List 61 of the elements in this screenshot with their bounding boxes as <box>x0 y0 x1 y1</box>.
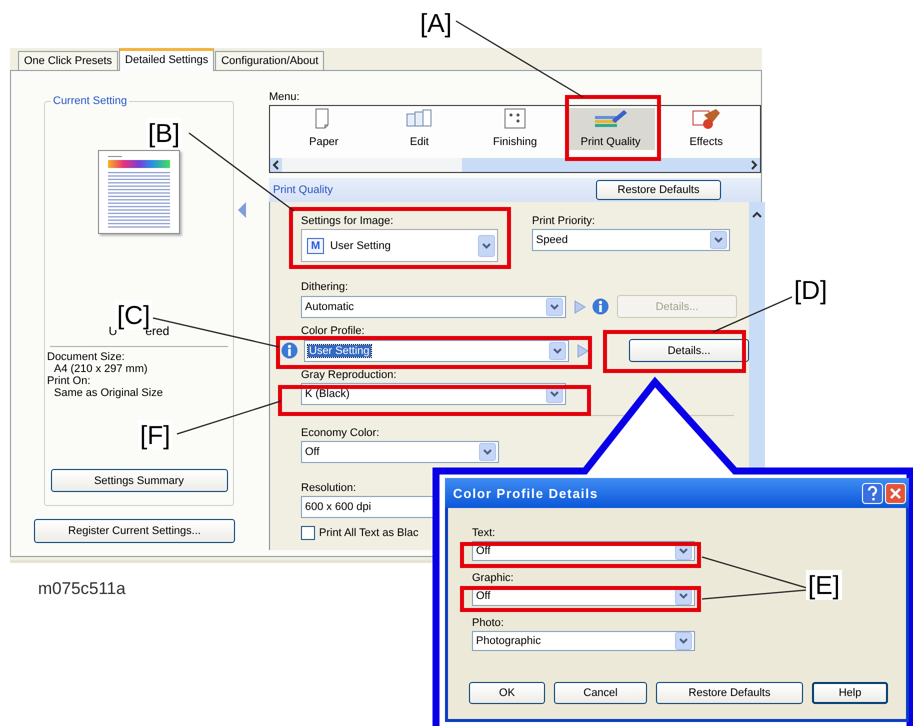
dropdown[interactable]: User Setting <box>304 340 569 362</box>
restore-defaults-button[interactable]: Restore Defaults <box>656 682 803 704</box>
paint-brush-icon <box>594 108 628 128</box>
help-button[interactable]: Help <box>812 682 888 704</box>
details-button[interactable]: Details... <box>629 339 749 362</box>
dropdown[interactable]: 600 x 600 dpi <box>301 496 435 518</box>
checkbox[interactable] <box>301 526 315 540</box>
field-label: Color Profile: <box>301 324 365 338</box>
field-label: Dithering: <box>301 280 348 294</box>
mode-badge: M <box>307 238 324 254</box>
tab[interactable]: Configuration/About <box>215 51 324 70</box>
tab[interactable]: One Click Presets <box>18 51 118 70</box>
section-title: Print Quality <box>273 184 333 196</box>
field-label: Resolution: <box>301 481 356 495</box>
pages-icon <box>406 108 432 128</box>
stamp-icon <box>692 108 721 130</box>
dropdown[interactable]: Speed <box>532 229 730 251</box>
info-icon <box>281 342 298 359</box>
menu-item[interactable]: Effects <box>662 108 750 150</box>
group-title: Current Setting <box>51 95 129 107</box>
callout-label: [E] <box>806 570 842 600</box>
field-label: Settings for Image: <box>301 214 394 228</box>
horizontal-scrollbar[interactable] <box>270 158 760 172</box>
menu-item[interactable]: Edit <box>375 108 464 150</box>
dropdown[interactable]: Photographic <box>472 631 695 651</box>
callout-label: [B] <box>146 118 182 148</box>
triangle-icon <box>574 300 586 314</box>
info-icon <box>592 298 609 315</box>
window-title: Color Profile Details <box>453 486 598 500</box>
field-label: Gray Reproduction: <box>301 368 396 382</box>
info-label: Document Size: <box>47 351 125 363</box>
dropdown[interactable]: M User Setting <box>301 229 498 262</box>
field-label: Text: <box>472 526 496 540</box>
menu-item[interactable]: Paper <box>280 108 368 150</box>
page-preview-icon <box>98 150 180 234</box>
field-label: Photo: <box>472 616 504 630</box>
triangle-icon <box>577 344 589 358</box>
dropdown[interactable]: Off <box>301 441 499 463</box>
field-label: Print Priority: <box>532 214 596 228</box>
menu-item[interactable]: Print Quality <box>566 108 655 150</box>
menu-item[interactable]: Finishing <box>470 108 559 150</box>
menu-label: Menu: <box>269 91 301 105</box>
dropdown[interactable]: Automatic <box>301 296 566 318</box>
field-label: Graphic: <box>472 571 514 585</box>
info-label: Print On: <box>47 375 90 387</box>
figure-id: m075c511a <box>38 579 126 599</box>
collapse-arrow-icon <box>237 201 248 219</box>
field-label: Economy Color: <box>301 426 380 440</box>
close-icon <box>885 482 906 504</box>
checkbox-label: Print All Text as Blac <box>319 527 418 539</box>
settings-summary-button[interactable]: Settings Summary <box>50 469 228 492</box>
tab[interactable]: Detailed Settings <box>119 48 214 71</box>
register-button[interactable]: Register Current Settings... <box>34 519 235 543</box>
cancel-button[interactable]: Cancel <box>554 682 647 704</box>
ok-button[interactable]: OK <box>469 682 545 704</box>
help-icon <box>862 482 883 504</box>
callout-label: [F] <box>138 420 172 450</box>
info-value: A4 (210 x 297 mm) <box>54 363 148 375</box>
stapled-page-icon <box>504 108 526 129</box>
restore-defaults-button[interactable]: Restore Defaults <box>596 180 721 200</box>
info-value: Same as Original Size <box>54 387 163 399</box>
